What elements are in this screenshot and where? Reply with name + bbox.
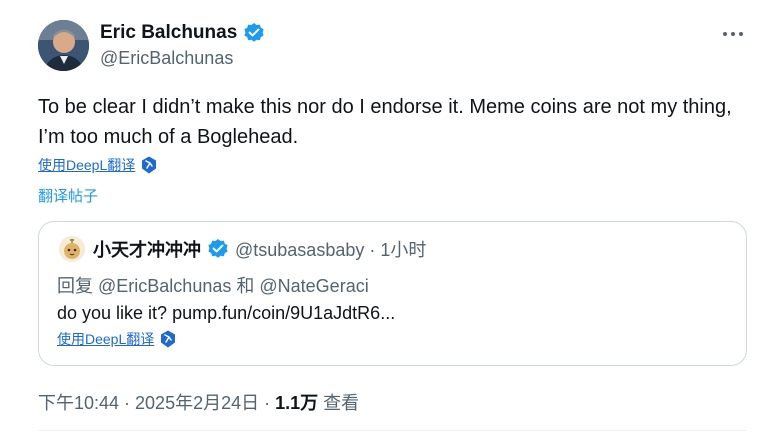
reply-conj: 和 bbox=[236, 276, 255, 296]
quote-header: 小天才冲冲冲 @tsubasasbaby · 1小时 bbox=[59, 236, 426, 262]
deepl-label: 使用DeepL翻译 bbox=[38, 157, 136, 173]
verified-badge-icon bbox=[207, 238, 229, 260]
deepl-icon bbox=[141, 156, 157, 174]
divider bbox=[38, 430, 747, 431]
reply-prefix: 回复 bbox=[57, 276, 93, 296]
quote-reply-line: 回复 @EricBalchunas 和 @NateGeraci bbox=[57, 272, 369, 298]
translate-post-link[interactable]: 翻译帖子 bbox=[38, 185, 98, 206]
tweet-text: To be clear I didn’t make this nor do I … bbox=[38, 96, 732, 148]
quote-deepl-label: 使用DeepL翻译 bbox=[57, 331, 155, 347]
verified-badge-icon bbox=[243, 22, 265, 44]
more-dots-icon[interactable] bbox=[722, 22, 744, 43]
quote-deepl-translate-link[interactable]: 使用DeepL翻译 bbox=[57, 329, 176, 349]
quote-avatar[interactable] bbox=[59, 236, 85, 262]
tweet-datetime[interactable]: 下午10:44 · 2025年2月24日 · bbox=[38, 393, 275, 413]
quote-handle-time: @tsubasasbaby · 1小时 bbox=[235, 240, 427, 260]
quote-author-name[interactable]: 小天才冲冲冲 bbox=[93, 236, 201, 262]
deepl-icon bbox=[160, 330, 176, 348]
views-count: 1.1万 bbox=[275, 393, 319, 413]
author-avatar[interactable] bbox=[38, 20, 89, 71]
quoted-tweet[interactable]: 小天才冲冲冲 @tsubasasbaby · 1小时 回复 @EricBalch… bbox=[38, 221, 747, 366]
reply-mention-2[interactable]: @NateGeraci bbox=[259, 276, 368, 296]
author-name[interactable]: Eric Balchunas bbox=[100, 22, 237, 44]
author-handle[interactable]: @EricBalchunas bbox=[100, 48, 233, 69]
views-label: 查看 bbox=[318, 393, 360, 413]
author-name-row: Eric Balchunas bbox=[100, 22, 265, 44]
deepl-translate-link[interactable]: 使用DeepL翻译 bbox=[38, 155, 157, 175]
quote-text: do you like it? pump.fun/coin/9U1aJdtR6.… bbox=[57, 303, 396, 323]
tweet-meta: 下午10:44 · 2025年2月24日 · 1.1万 查看 bbox=[38, 389, 359, 415]
reply-mention-1[interactable]: @EricBalchunas bbox=[98, 276, 231, 296]
